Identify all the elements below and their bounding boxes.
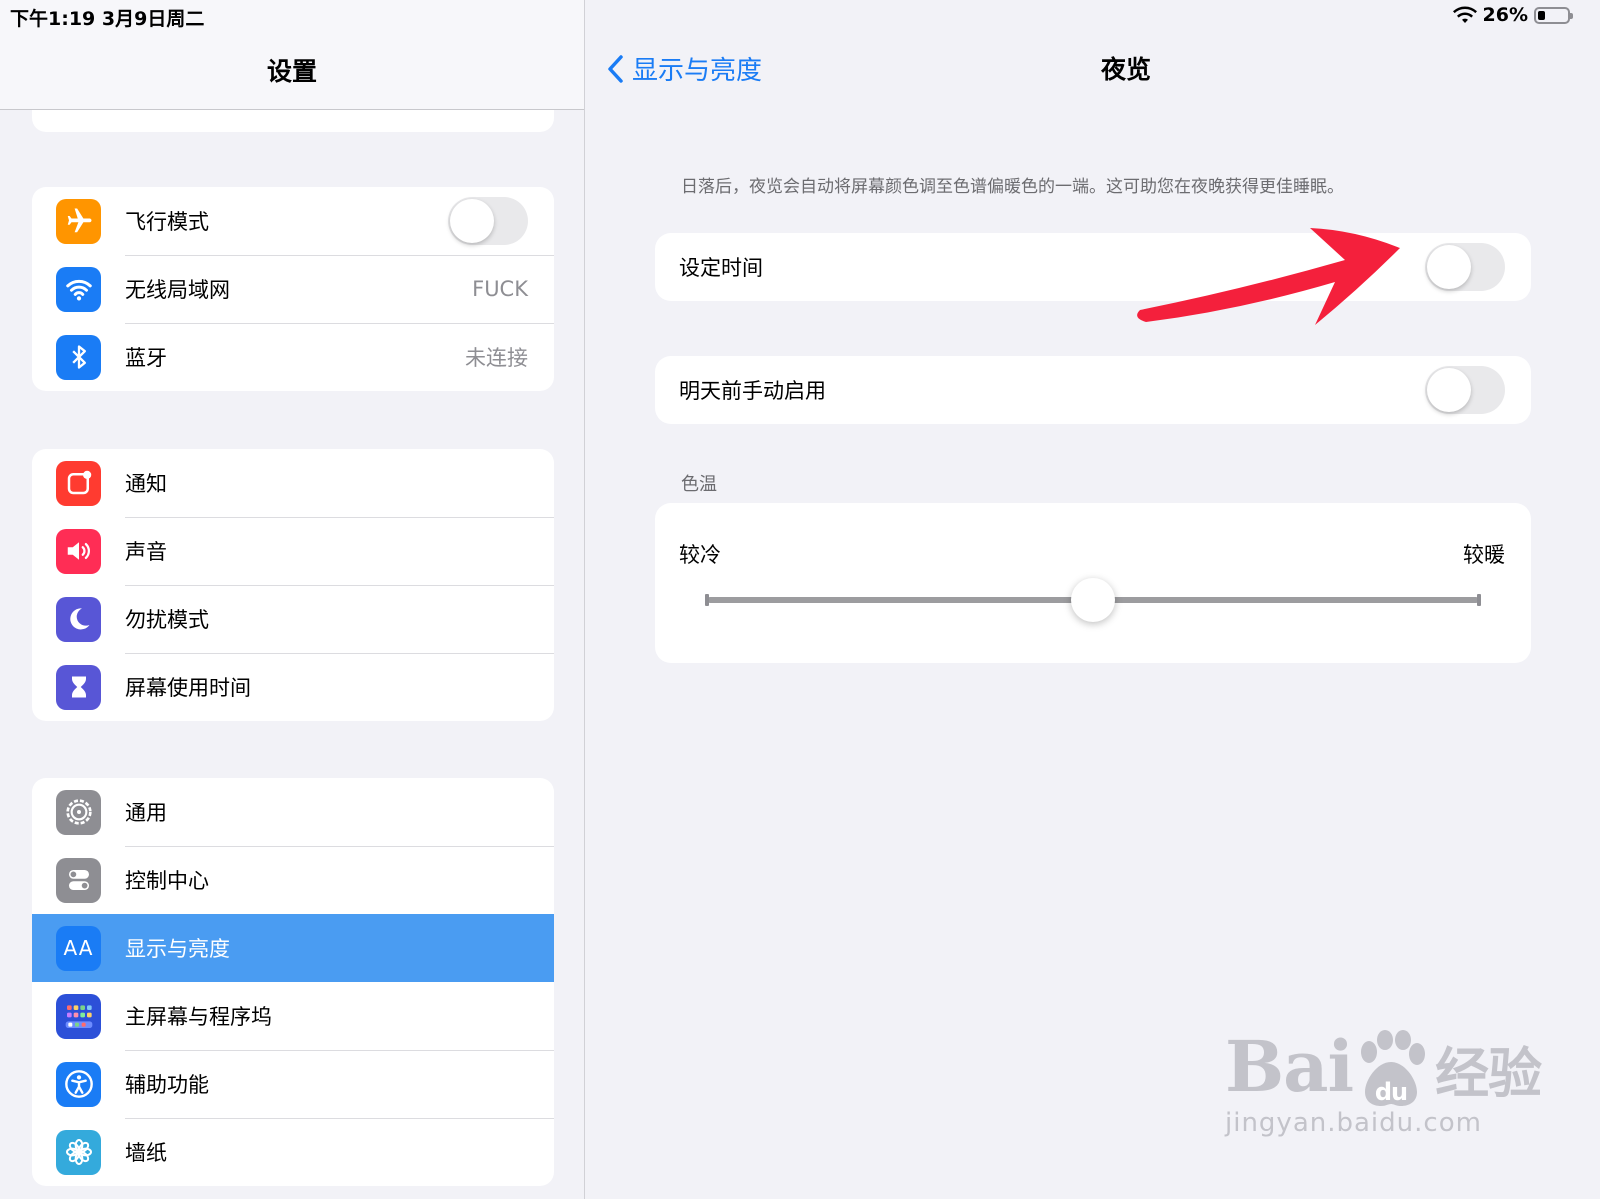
night-shift-pane: 26% 显示与亮度 夜览 日落后，夜览会自动将屏幕颜色调至色谱偏暖色的一端。这可… (586, 0, 1600, 1199)
sidebar-item-label: 飞行模式 (125, 210, 209, 234)
baidu-watermark: Bai du 经验 jingyan.baidu.com (1225, 1025, 1542, 1138)
sidebar-item-bluetooth[interactable]: 蓝牙 未连接 (32, 323, 554, 391)
text-size-icon: AA (56, 925, 101, 971)
bluetooth-status: 未连接 (465, 346, 528, 370)
toggles-icon (56, 857, 101, 903)
notifications-icon (56, 460, 101, 506)
sidebar-item-sounds[interactable]: 声音 (32, 517, 554, 585)
sidebar-item-label: 声音 (125, 540, 167, 564)
sidebar-item-label: 辅助功能 (125, 1073, 209, 1097)
sidebar-item-do-not-disturb[interactable]: 勿扰模式 (32, 585, 554, 653)
airplane-mode-switch[interactable] (448, 197, 528, 245)
wifi-icon (56, 266, 101, 312)
flower-icon (56, 1129, 101, 1175)
slider-max-tick (1477, 594, 1481, 606)
sidebar-item-label: 显示与亮度 (125, 937, 230, 961)
warmer-label: 较暖 (1463, 543, 1505, 567)
manual-enable-label: 明天前手动启用 (679, 379, 826, 403)
chevron-left-icon (608, 54, 623, 83)
wifi-status-icon (1452, 6, 1477, 24)
sidebar-item-notifications[interactable]: 通知 (32, 449, 554, 517)
sidebar-item-control-center[interactable]: 控制中心 (32, 846, 554, 914)
ipad-screen: 下午1:19 3月9日周二 设置 飞行模式 无线局域网 FUCK 蓝牙 未连接 … (0, 0, 1600, 1199)
accessibility-icon (56, 1061, 101, 1107)
sidebar-item-label: 通知 (125, 472, 167, 496)
gear-icon (56, 789, 101, 835)
battery-icon (1534, 6, 1573, 24)
status-time: 下午1:19 3月9日周二 (10, 8, 205, 30)
sidebar-item-accessibility[interactable]: 辅助功能 (32, 1050, 554, 1118)
bluetooth-icon (56, 334, 101, 380)
connectivity-group: 飞行模式 无线局域网 FUCK 蓝牙 未连接 (32, 187, 554, 391)
manual-card: 明天前手动启用 (655, 356, 1531, 424)
color-temperature-slider[interactable] (705, 578, 1481, 622)
color-temperature-card: 较冷 较暖 (655, 503, 1531, 663)
hourglass-icon (56, 664, 101, 710)
sidebar-item-wifi[interactable]: 无线局域网 FUCK (32, 255, 554, 323)
paw-logo-icon: du (1361, 1030, 1426, 1106)
slider-thumb[interactable] (1071, 578, 1115, 622)
home-grid-icon (56, 993, 101, 1039)
sidebar-item-label: 主屏幕与程序坞 (125, 1005, 272, 1029)
sidebar-item-label: 勿扰模式 (125, 608, 209, 632)
color-temperature-header: 色温 (681, 474, 717, 495)
speaker-icon (56, 528, 101, 574)
notifications-group: 通知 声音 勿扰模式 屏幕使用时间 (32, 449, 554, 721)
settings-sidebar: 下午1:19 3月9日周二 设置 飞行模式 无线局域网 FUCK 蓝牙 未连接 … (0, 0, 585, 1199)
scheduled-switch[interactable] (1425, 243, 1505, 291)
back-button-label: 显示与亮度 (632, 56, 763, 86)
annotation-arrow (1137, 228, 1400, 325)
wifi-network-name: FUCK (472, 277, 528, 301)
general-group: 通用 控制中心 AA 显示与亮度 主屏幕与程序坞 辅助功能 墙纸 (32, 778, 554, 1186)
night-shift-description: 日落后，夜览会自动将屏幕颜色调至色谱偏暖色的一端。这可助您在夜晚获得更佳睡眠。 (681, 177, 1344, 197)
sidebar-item-display-brightness[interactable]: AA 显示与亮度 (32, 914, 554, 982)
sidebar-header: 下午1:19 3月9日周二 设置 (0, 0, 584, 110)
sidebar-item-airplane[interactable]: 飞行模式 (32, 187, 554, 255)
watermark-brand-tail: du (1375, 1078, 1407, 1106)
slider-min-tick (705, 594, 709, 606)
watermark-brand-cn: 经验 (1435, 1042, 1542, 1105)
scheduled-label: 设定时间 (679, 256, 763, 280)
sidebar-item-label: 蓝牙 (125, 346, 167, 370)
manual-enable-row[interactable]: 明天前手动启用 (655, 356, 1531, 424)
battery-percentage: 26% (1482, 4, 1528, 26)
sidebar-item-wallpaper[interactable]: 墙纸 (32, 1118, 554, 1186)
sidebar-item-screen-time[interactable]: 屏幕使用时间 (32, 653, 554, 721)
manual-enable-switch[interactable] (1425, 366, 1505, 414)
airplane-icon (56, 198, 101, 244)
cooler-label: 较冷 (679, 543, 721, 567)
sidebar-title: 设置 (266, 57, 317, 86)
sidebar-item-home-screen[interactable]: 主屏幕与程序坞 (32, 982, 554, 1050)
sidebar-item-label: 屏幕使用时间 (125, 676, 251, 700)
sidebar-item-general[interactable]: 通用 (32, 778, 554, 846)
watermark-brand: Bai (1225, 1025, 1354, 1108)
sidebar-item-label: 墙纸 (125, 1141, 167, 1165)
status-indicators: 26% (1452, 4, 1573, 26)
sidebar-item-label: 控制中心 (125, 869, 209, 893)
moon-icon (56, 596, 101, 642)
watermark-url: jingyan.baidu.com (1225, 1108, 1482, 1138)
sidebar-item-label: 无线局域网 (125, 278, 230, 302)
back-button[interactable]: 显示与亮度 (606, 50, 762, 87)
sidebar-item-label: 通用 (125, 801, 167, 825)
page-title: 夜览 (1100, 55, 1151, 84)
